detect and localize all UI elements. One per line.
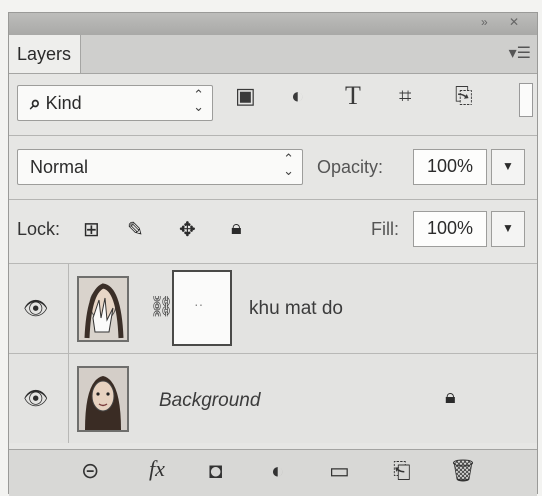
visibility-toggle[interactable]: 👁︎ — [9, 354, 69, 443]
eye-icon: 👁︎ — [23, 388, 49, 410]
lock-label: Lock: — [17, 219, 61, 239]
layer-thumbnail — [77, 276, 129, 342]
new-group-icon[interactable]: ▭ — [329, 458, 350, 484]
panel-title-bar[interactable]: » ✕ — [9, 13, 537, 35]
divider — [9, 135, 537, 136]
adjustment-layer-icon[interactable]: ◐ — [271, 458, 284, 484]
shape-filter-icon[interactable]: ⌗ — [399, 83, 411, 109]
layers-bottom-toolbar: ⊝ fx ◘ ◐ ▭ ⎗ 🗑︎ — [9, 449, 537, 496]
chevron-down-icon: ▼ — [502, 221, 514, 235]
lock-all-icon[interactable]: 🔒︎ — [231, 217, 242, 240]
smart-object-filter-icon[interactable]: ⎘ — [455, 83, 473, 109]
blend-mode-select[interactable]: Normal ⌃ ⌄ — [17, 149, 303, 185]
fill-dropdown-button[interactable]: ▼ — [491, 211, 525, 247]
delete-layer-icon[interactable]: 🗑︎ — [449, 458, 477, 484]
portrait-thumbnail-icon — [79, 368, 127, 430]
opacity-label: Opacity: — [317, 157, 384, 177]
layers-panel: » ✕ Layers ▾☰ ⌕ Kind ⌃ ⌄ ▣ ◐ T ⌗ ⎘ Normal… — [8, 12, 538, 496]
portrait-thumbnail-icon — [79, 278, 127, 340]
layer-style-icon[interactable]: fx — [149, 456, 165, 482]
tab-layers[interactable]: Layers — [9, 35, 81, 73]
opacity-dropdown-button[interactable]: ▼ — [491, 149, 525, 185]
opacity-input[interactable]: 100% — [413, 149, 487, 185]
mask-dots: ·· — [194, 296, 204, 312]
type-filter-icon[interactable]: T — [345, 81, 361, 111]
chevron-updown-icon: ⌃ ⌄ — [193, 87, 204, 114]
fill-input[interactable]: 100% — [413, 211, 487, 247]
fill-label: Fill: — [371, 219, 399, 239]
tab-label: Layers — [17, 44, 72, 64]
divider — [9, 199, 537, 200]
lock-image-icon[interactable]: ✎ — [127, 217, 144, 242]
tab-row: Layers ▾☰ — [9, 35, 537, 74]
chevron-updown-icon: ⌃ ⌄ — [283, 151, 294, 178]
blend-mode-value: Normal — [30, 157, 89, 177]
collapse-icon[interactable]: » — [481, 15, 488, 29]
layer-mask-thumbnail[interactable]: ·· — [172, 270, 232, 346]
layer-name[interactable]: khu mat do — [249, 298, 343, 320]
add-mask-icon[interactable]: ◘ — [209, 458, 222, 484]
lock-transparent-icon[interactable]: ⊞ — [83, 217, 100, 242]
close-icon[interactable]: ✕ — [509, 15, 519, 29]
link-layers-icon[interactable]: ⊝ — [81, 458, 99, 484]
mask-link-icon[interactable]: ⛓︎ — [149, 294, 174, 319]
filter-kind-label: ⌕ Kind — [30, 93, 82, 114]
eye-icon: 👁︎ — [23, 298, 49, 320]
pixel-filter-icon[interactable]: ▣ — [235, 83, 256, 109]
chevron-down-icon: ▼ — [502, 159, 514, 173]
layer-row[interactable]: 👁︎ Background 🔒︎ — [9, 353, 537, 443]
filter-toggle-switch[interactable] — [519, 83, 533, 117]
lock-icon: 🔒︎ — [445, 386, 456, 408]
panel-menu-icon[interactable]: ▾☰ — [509, 43, 531, 63]
visibility-toggle[interactable]: 👁︎ — [9, 264, 69, 353]
layer-name[interactable]: Background — [159, 390, 260, 412]
layer-thumbnail — [77, 366, 129, 432]
filter-kind-select[interactable]: ⌕ Kind ⌃ ⌄ — [17, 85, 213, 121]
new-layer-icon[interactable]: ⎗ — [393, 458, 411, 484]
lock-position-icon[interactable]: ✥ — [179, 217, 196, 242]
layer-row[interactable]: 👁︎ ⛓︎ ·· khu mat do — [9, 263, 537, 353]
adjustment-filter-icon[interactable]: ◐ — [291, 83, 304, 109]
